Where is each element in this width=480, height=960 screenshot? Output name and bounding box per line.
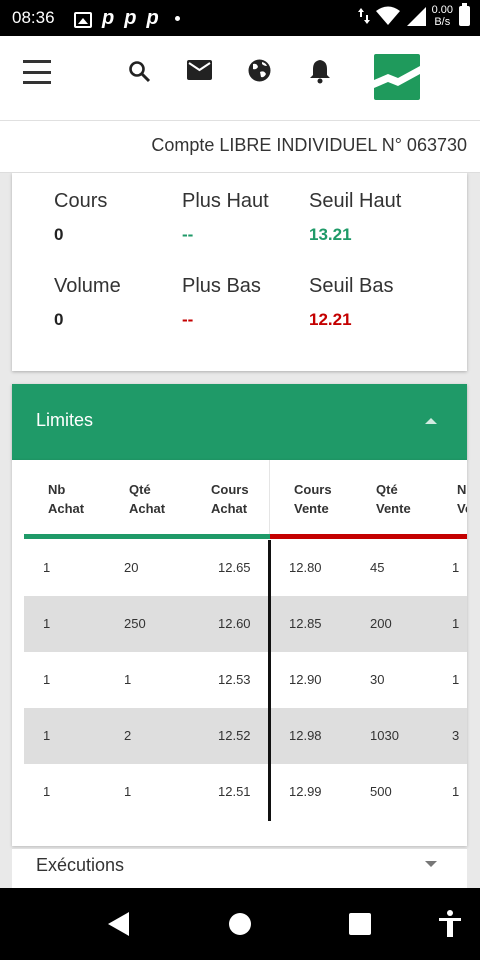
quote-plus-haut: Plus Haut -- xyxy=(182,190,269,244)
system-nav-bar xyxy=(0,888,480,960)
wifi-icon xyxy=(375,6,400,25)
quote-volume: Volume 0 xyxy=(54,275,121,329)
header-cours-achat: Cours Achat xyxy=(211,482,249,516)
app-toolbar xyxy=(0,36,480,121)
recent-apps-icon[interactable] xyxy=(349,913,371,935)
limites-title: Limites xyxy=(36,410,94,430)
header-qte-achat: Qté Achat xyxy=(129,482,166,516)
more-notifications-dot-icon xyxy=(174,16,180,21)
table-row: 1 1 12.53 12.90 30 1 xyxy=(43,672,460,687)
data-arrows-icon xyxy=(357,8,370,24)
brand-logo[interactable] xyxy=(374,54,420,100)
status-right: 0.00 B/s xyxy=(357,3,470,28)
battery-icon xyxy=(459,3,470,26)
menu-icon[interactable] xyxy=(22,60,52,84)
header-qte-vente: Qté Vente xyxy=(376,482,411,516)
table-row: 1 2 12.52 12.98 1030 3 xyxy=(24,708,467,764)
accessibility-icon[interactable] xyxy=(438,910,462,938)
image-icon xyxy=(74,12,92,28)
quote-card: Cours 0 Plus Haut -- Seuil Haut 13.21 Vo… xyxy=(12,173,467,371)
header-cours-vente: Cours Vente xyxy=(294,482,332,516)
bid-ask-divider xyxy=(268,540,271,821)
account-bar: Compte LIBRE INDIVIDUEL N° 063730 xyxy=(0,121,480,173)
quote-seuil-bas: Seuil Bas 12.21 xyxy=(309,275,394,329)
status-bar: 08:36 p p p 0.00 B/s xyxy=(0,0,480,36)
home-icon[interactable] xyxy=(229,913,251,935)
executions-accordion-header[interactable]: Exécutions xyxy=(12,848,467,888)
notification-icons: p p p xyxy=(74,7,180,30)
quote-plus-bas: Plus Bas -- xyxy=(182,275,261,329)
mail-icon[interactable] xyxy=(187,60,212,80)
notification-p-icon: p xyxy=(146,7,159,29)
header-nb-achat: Nb Achat xyxy=(48,482,85,516)
search-icon[interactable] xyxy=(128,60,152,84)
notification-p-icon: p xyxy=(124,7,137,29)
table-row: 1 20 12.65 12.80 45 1 xyxy=(43,560,460,575)
quote-cours: Cours 0 xyxy=(54,190,108,244)
limites-accordion-header[interactable]: Limites xyxy=(12,384,467,460)
chevron-down-icon xyxy=(425,861,437,867)
notification-p-icon: p xyxy=(102,7,115,29)
network-speed: 0.00 B/s xyxy=(431,4,453,28)
limites-table[interactable]: Nb Achat Qté Achat Cours Achat Cours Vente Q… xyxy=(12,460,467,846)
header-nb-vente: NbVente xyxy=(457,482,467,516)
table-row: 1 1 12.51 12.99 500 1 xyxy=(43,784,460,799)
back-icon[interactable] xyxy=(108,912,129,936)
quote-seuil-haut: Seuil Haut 13.21 xyxy=(309,190,402,244)
bell-icon[interactable] xyxy=(309,58,331,84)
globe-icon[interactable] xyxy=(247,58,272,83)
signal-icon xyxy=(406,7,426,26)
chevron-up-icon xyxy=(425,418,437,424)
header-divider xyxy=(269,460,270,536)
status-time: 08:36 xyxy=(12,8,55,27)
sell-side-bar xyxy=(270,534,467,539)
buy-side-bar xyxy=(24,534,270,539)
account-label[interactable]: Compte LIBRE INDIVIDUEL N° 063730 xyxy=(151,135,467,156)
executions-title: Exécutions xyxy=(36,855,125,875)
main-content: Cours 0 Plus Haut -- Seuil Haut 13.21 Vo… xyxy=(0,173,480,888)
table-row: 1 250 12.60 12.85 200 1 xyxy=(24,596,467,652)
